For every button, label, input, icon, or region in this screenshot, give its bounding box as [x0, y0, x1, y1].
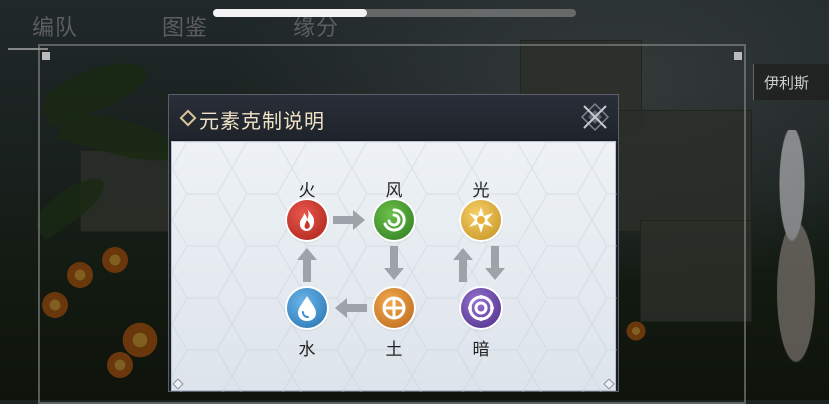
label-light: 光 — [472, 181, 490, 201]
arrow-water-to-fire — [297, 248, 317, 282]
label-dark: 暗 — [472, 340, 490, 360]
close-icon — [580, 102, 610, 132]
label-water: 水 — [298, 340, 316, 360]
close-button[interactable] — [580, 102, 610, 132]
dark-icon — [461, 288, 501, 328]
arrow-dark-to-light — [453, 248, 473, 282]
arrow-earth-to-water — [335, 298, 367, 318]
dialog-title: 元素克制说明 — [199, 109, 325, 133]
tab-formation[interactable]: 编队 — [32, 10, 78, 42]
dialog-header: 元素克制说明 — [169, 95, 618, 139]
water-icon — [287, 288, 327, 328]
diamond-icon — [179, 109, 197, 127]
label-earth: 土 — [385, 340, 403, 360]
label-fire: 火 — [298, 181, 316, 201]
dialog-body: 火 风 光 水 土 暗 — [171, 141, 617, 392]
arrow-wind-to-earth — [384, 246, 404, 280]
character-portrait — [760, 130, 829, 400]
label-wind: 风 — [385, 181, 403, 201]
earth-icon — [374, 288, 414, 328]
element-counter-dialog: 元素克制说明 火 风 光 水 土 暗 — [168, 94, 619, 392]
character-name: 伊利斯 — [764, 73, 810, 92]
arrow-fire-to-wind — [333, 210, 365, 230]
character-name-tag[interactable]: 伊利斯 — [753, 64, 829, 100]
top-scrollbar[interactable] — [213, 9, 576, 17]
tab-codex[interactable]: 图鉴 — [162, 10, 208, 42]
scrollbar-thumb[interactable] — [213, 9, 367, 17]
fire-icon — [287, 200, 327, 240]
arrow-light-to-dark — [485, 246, 505, 280]
light-icon — [461, 200, 501, 240]
wind-icon — [374, 200, 414, 240]
